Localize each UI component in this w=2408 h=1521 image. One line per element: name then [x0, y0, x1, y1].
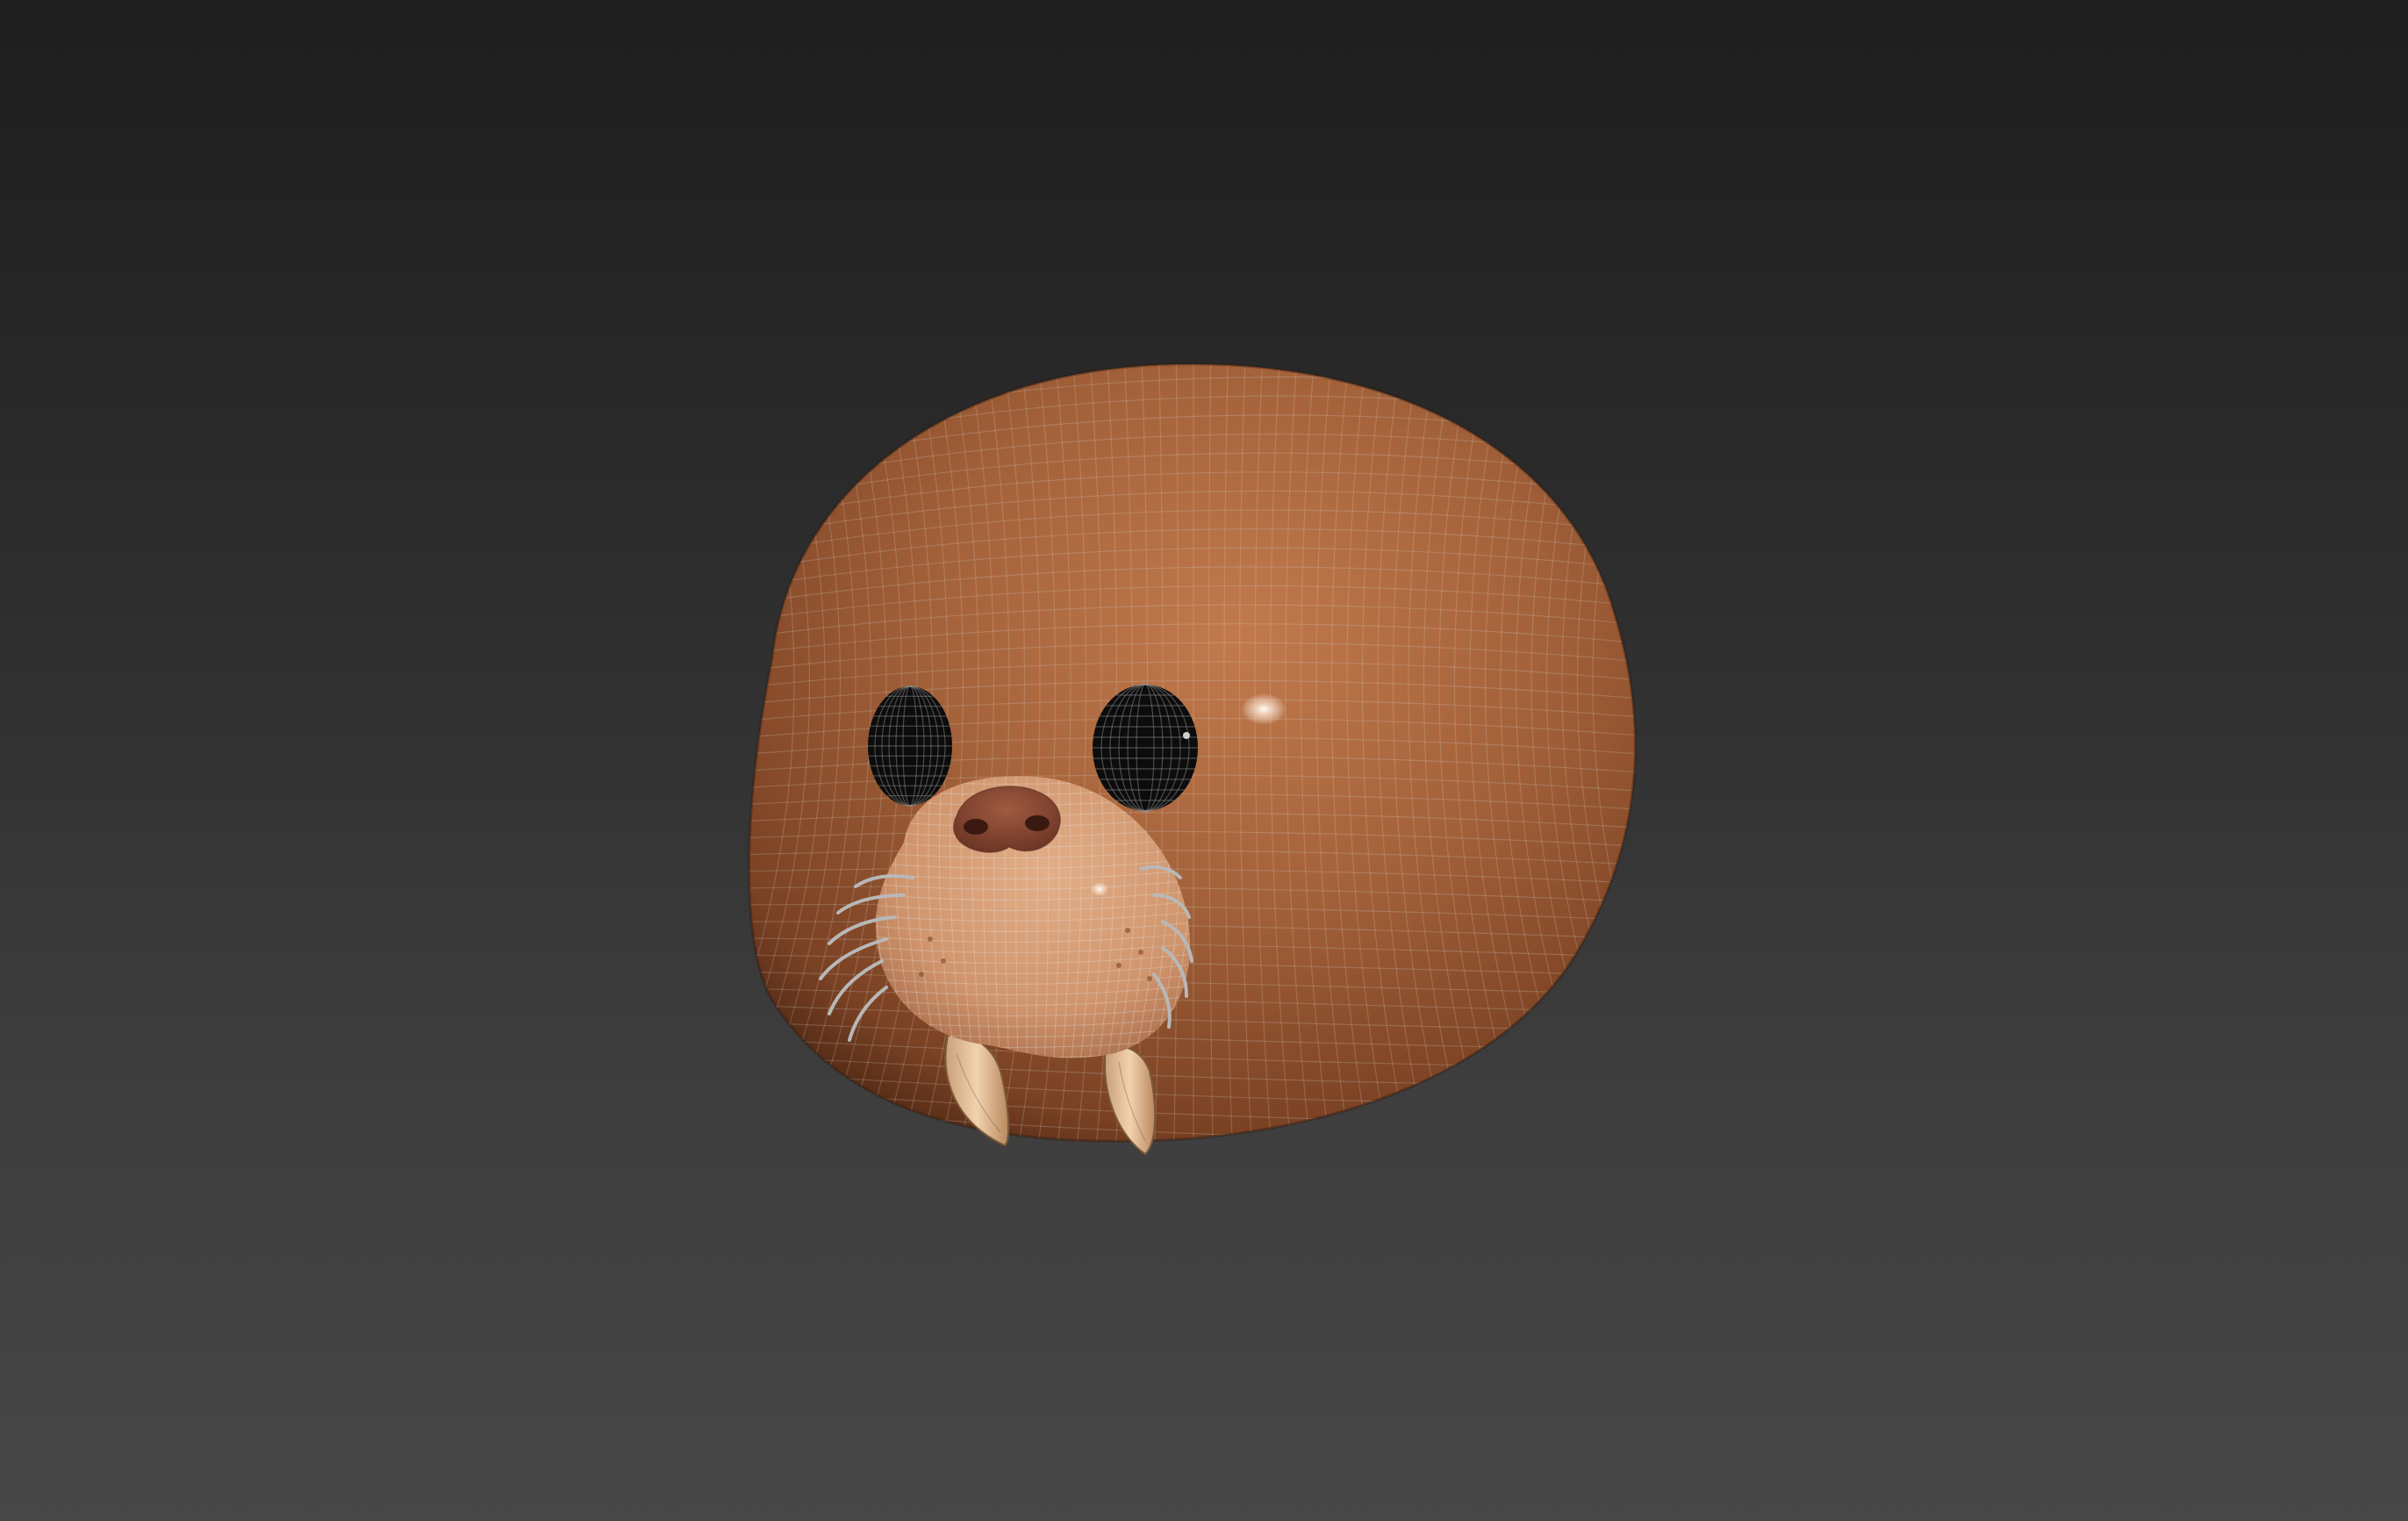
3d-viewport[interactable] [0, 0, 2408, 1521]
specular-highlight [1241, 693, 1286, 725]
walrus-model[interactable] [0, 0, 2408, 1521]
